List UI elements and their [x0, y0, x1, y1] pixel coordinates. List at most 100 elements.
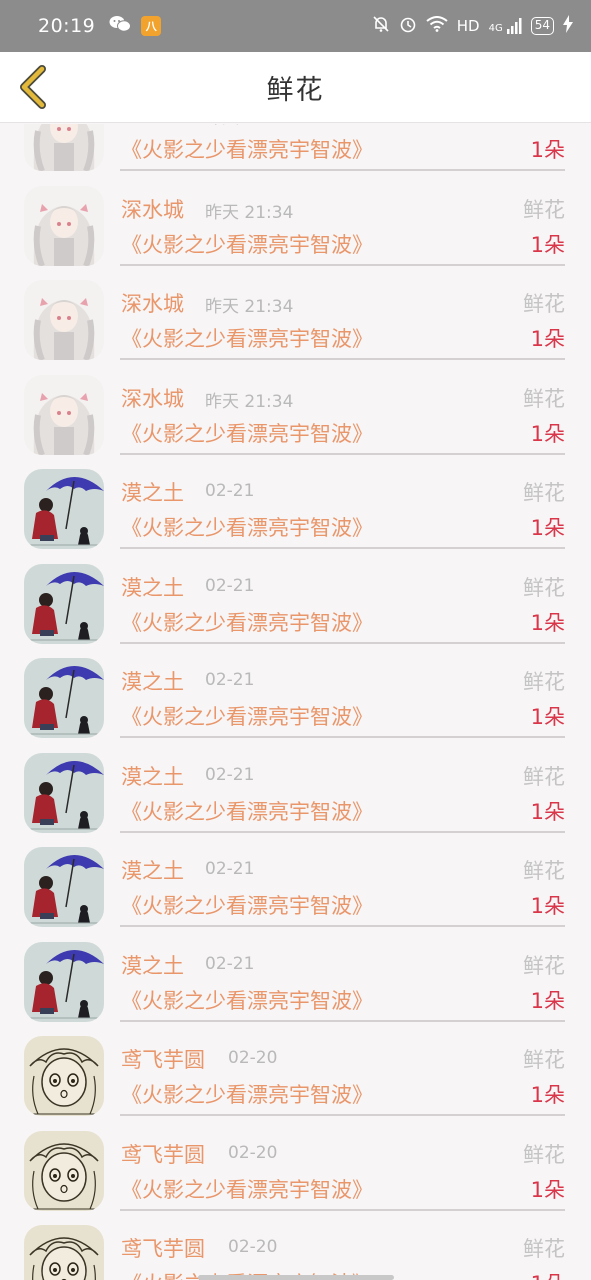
signal-icon: 4G: [489, 18, 522, 34]
wifi-icon: [426, 16, 448, 36]
scroll-indicator: [198, 1275, 394, 1280]
avatar[interactable]: [24, 124, 104, 171]
signal-label: 4G: [488, 23, 503, 34]
sender-name[interactable]: 深水城: [121, 288, 184, 318]
novel-title[interactable]: 《火影之少看漂亮宇智波》: [121, 134, 373, 164]
gift-time: 02-21: [205, 481, 255, 501]
list-item[interactable]: 深水城 昨天 21:34 鲜花 《火影之少看漂亮宇智波》 1朵: [0, 124, 591, 171]
app-header: 鲜花: [0, 52, 591, 123]
novel-title[interactable]: 《火影之少看漂亮宇智波》: [121, 1174, 373, 1204]
gift-type: 鲜花: [523, 124, 565, 129]
gift-time: 02-21: [205, 670, 255, 690]
sender-name[interactable]: 深水城: [121, 383, 184, 413]
novel-title[interactable]: 《火影之少看漂亮宇智波》: [121, 1079, 373, 1109]
list-item[interactable]: 深水城 昨天 21:34 鲜花 《火影之少看漂亮宇智波》 1朵: [0, 264, 591, 360]
novel-title[interactable]: 《火影之少看漂亮宇智波》: [121, 607, 373, 637]
gift-type: 鲜花: [523, 197, 565, 222]
gift-time: 昨天 21:34: [205, 391, 294, 412]
gift-type: 鲜花: [523, 292, 565, 316]
avatar[interactable]: [24, 752, 104, 833]
sender-name[interactable]: 鸢飞芋圆: [121, 1233, 205, 1263]
avatar[interactable]: [24, 658, 104, 738]
gift-type: 鲜花: [523, 1142, 565, 1167]
gift-type: 鲜花: [523, 1237, 565, 1261]
gift-count: 1朵: [530, 610, 565, 635]
avatar[interactable]: [24, 1130, 104, 1211]
gift-type: 鲜花: [523, 481, 565, 505]
sender-name[interactable]: 漠之土: [121, 666, 184, 696]
sender-name[interactable]: 深水城: [121, 194, 184, 224]
list-item[interactable]: 漠之土 02-21 鲜花 《火影之少看漂亮宇智波》 1朵: [0, 926, 591, 1022]
avatar[interactable]: [24, 185, 104, 266]
gift-type: 鲜花: [523, 764, 565, 789]
sender-name[interactable]: 漠之土: [121, 855, 184, 885]
gift-time: 02-21: [205, 764, 255, 785]
gift-time: 02-20: [228, 1048, 278, 1068]
avatar[interactable]: [24, 374, 104, 455]
gift-list-content: 深水城 昨天 21:34 鲜花 《火影之少看漂亮宇智波》 1朵 深水城 昨天 2…: [0, 124, 591, 1280]
battery-level: 54: [530, 17, 554, 35]
gift-time: 02-20: [228, 1142, 278, 1163]
gift-time: 昨天 21:34: [205, 202, 294, 223]
mute-bell-icon: [372, 15, 390, 37]
sender-name[interactable]: 漠之土: [121, 477, 184, 507]
list-item[interactable]: 深水城 昨天 21:34 鲜花 《火影之少看漂亮宇智波》 1朵: [0, 359, 591, 455]
gift-count: 1朵: [531, 1268, 565, 1280]
avatar[interactable]: [24, 1036, 104, 1116]
network-hd: HD: [456, 17, 480, 35]
sender-name[interactable]: 漠之土: [121, 950, 184, 980]
avatar[interactable]: [24, 280, 104, 360]
page-title: 鲜花: [266, 74, 325, 106]
gift-time: 02-20: [228, 1237, 278, 1257]
avatar[interactable]: [24, 469, 104, 549]
gift-list[interactable]: 深水城 昨天 21:34 鲜花 《火影之少看漂亮宇智波》 1朵 深水城 昨天 2…: [0, 124, 591, 1280]
chevron-left-icon: [20, 65, 46, 109]
novel-title[interactable]: 《火影之少看漂亮宇智波》: [121, 418, 373, 448]
avatar[interactable]: [24, 1225, 104, 1280]
list-item[interactable]: 漠之土 02-21 鲜花 《火影之少看漂亮宇智波》 1朵: [0, 831, 591, 927]
gift-count: 1朵: [530, 1083, 565, 1107]
list-item[interactable]: 深水城 昨天 21:34 鲜花 《火影之少看漂亮宇智波》 1朵: [0, 170, 591, 266]
avatar[interactable]: [24, 847, 104, 927]
novel-title[interactable]: 《火影之少看漂亮宇智波》: [121, 985, 373, 1015]
gift-count: 1朵: [530, 988, 565, 1013]
avatar[interactable]: [24, 563, 104, 644]
gift-time: 昨天 21:34: [205, 124, 293, 128]
app-badge-icon: 八: [141, 16, 162, 36]
gift-count: 1朵: [530, 799, 565, 824]
alarm-icon: [399, 15, 417, 37]
gift-count: 1朵: [530, 705, 565, 729]
novel-title[interactable]: 《火影之少看漂亮宇智波》: [121, 512, 373, 542]
gift-count: 1朵: [530, 232, 565, 257]
novel-title[interactable]: 《火影之少看漂亮宇智波》: [121, 323, 373, 353]
list-item[interactable]: 鸢飞芋圆 02-20 鲜花 《火影之少看漂亮宇智波》 1朵: [0, 1020, 591, 1116]
charging-icon: [563, 15, 573, 37]
gift-time: 02-21: [205, 953, 255, 974]
novel-title[interactable]: 《火影之少看漂亮宇智波》: [121, 796, 373, 826]
status-bar: 20:19 八 HD 4G 54: [0, 0, 591, 52]
sender-name[interactable]: 鸢飞芋圆: [121, 1044, 205, 1074]
sender-name[interactable]: 漠之土: [121, 572, 184, 602]
list-item[interactable]: 漠之土 02-21 鲜花 《火影之少看漂亮宇智波》 1朵: [0, 453, 591, 549]
sender-name[interactable]: 深水城: [121, 124, 184, 129]
gift-type: 鲜花: [523, 953, 565, 978]
novel-title[interactable]: 《火影之少看漂亮宇智波》: [121, 701, 373, 731]
list-item[interactable]: 漠之土 02-21 鲜花 《火影之少看漂亮宇智波》 1朵: [0, 737, 591, 833]
sender-name[interactable]: 漠之土: [121, 761, 184, 791]
list-item[interactable]: 鸢飞芋圆 02-20 鲜花 《火影之少看漂亮宇智波》 1朵: [0, 1209, 591, 1280]
notification-icons: 八: [109, 15, 162, 38]
novel-title[interactable]: 《火影之少看漂亮宇智波》: [121, 229, 373, 259]
list-item[interactable]: 鸢飞芋圆 02-20 鲜花 《火影之少看漂亮宇智波》 1朵: [0, 1115, 591, 1211]
gift-type: 鲜花: [523, 575, 565, 600]
gift-type: 鲜花: [523, 1048, 565, 1072]
novel-title[interactable]: 《火影之少看漂亮宇智波》: [121, 890, 373, 920]
gift-count: 1朵: [530, 421, 565, 446]
avatar[interactable]: [24, 941, 104, 1022]
sender-name[interactable]: 鸢飞芋圆: [121, 1139, 205, 1169]
list-item[interactable]: 漠之土 02-21 鲜花 《火影之少看漂亮宇智波》 1朵: [0, 548, 591, 644]
gift-time: 昨天 21:34: [205, 297, 294, 317]
back-button[interactable]: [10, 64, 56, 110]
gift-time: 02-21: [205, 575, 255, 596]
gift-count: 1朵: [530, 894, 565, 918]
list-item[interactable]: 漠之土 02-21 鲜花 《火影之少看漂亮宇智波》 1朵: [0, 642, 591, 738]
